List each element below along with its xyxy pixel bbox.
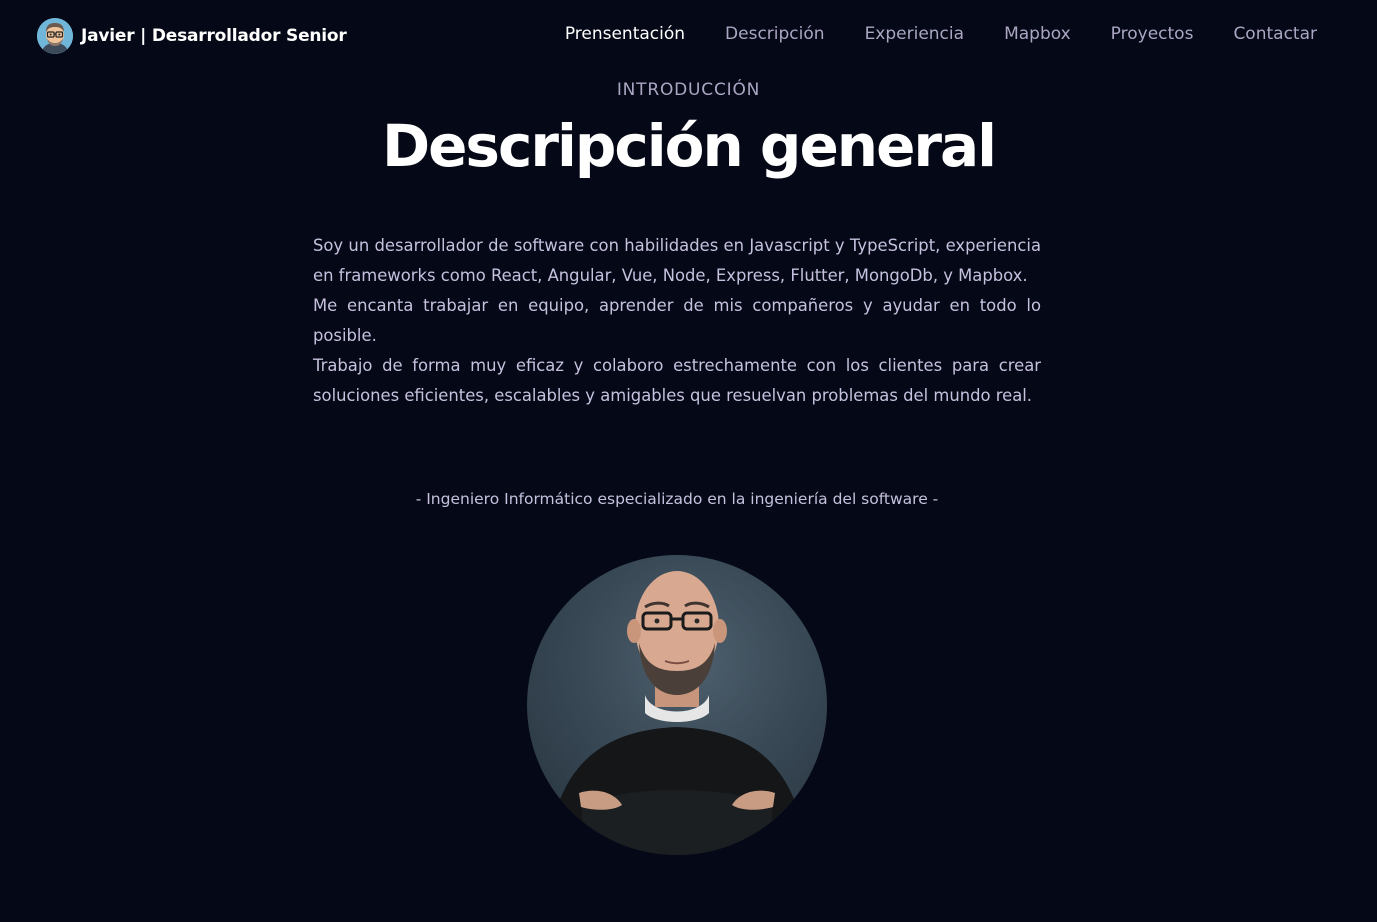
- brand-role: | Desarrollador Senior: [140, 26, 347, 46]
- nav-link-experiencia[interactable]: Experiencia: [865, 24, 965, 44]
- brand-first-name: Javier: [81, 26, 135, 46]
- section-title: Descripción general: [381, 112, 997, 180]
- profile-photo: [527, 555, 827, 855]
- nav-link-contactar[interactable]: Contactar: [1233, 24, 1317, 44]
- overview-text: Soy un desarrollador de software con hab…: [313, 231, 1041, 411]
- nav-link-descripcion[interactable]: Descripción: [725, 24, 825, 44]
- overview-paragraph: Soy un desarrollador de software con hab…: [313, 236, 1041, 285]
- brand-name: Javier | Desarrollador Senior: [81, 26, 347, 46]
- section-subtitle: Introducción: [616, 80, 761, 100]
- overview-paragraph: Trabajo de forma muy eficaz y colaboro e…: [313, 356, 1041, 405]
- overview-paragraph: Me encanta trabajar en equipo, aprender …: [313, 296, 1041, 345]
- navbar: Javier | Desarrollador Senior Prensentac…: [0, 0, 1377, 72]
- nav-link-presentacion[interactable]: Prensentación: [565, 24, 685, 44]
- tagline: - Ingeniero Informático especializado en…: [415, 490, 939, 508]
- nav-link-proyectos[interactable]: Proyectos: [1111, 24, 1194, 44]
- nav-link-mapbox[interactable]: Mapbox: [1004, 24, 1071, 44]
- cartoon-avatar-icon: [37, 18, 73, 54]
- nav-menu: Prensentación Descripción Experiencia Ma…: [565, 24, 1317, 44]
- brand-link[interactable]: Javier | Desarrollador Senior: [37, 18, 347, 54]
